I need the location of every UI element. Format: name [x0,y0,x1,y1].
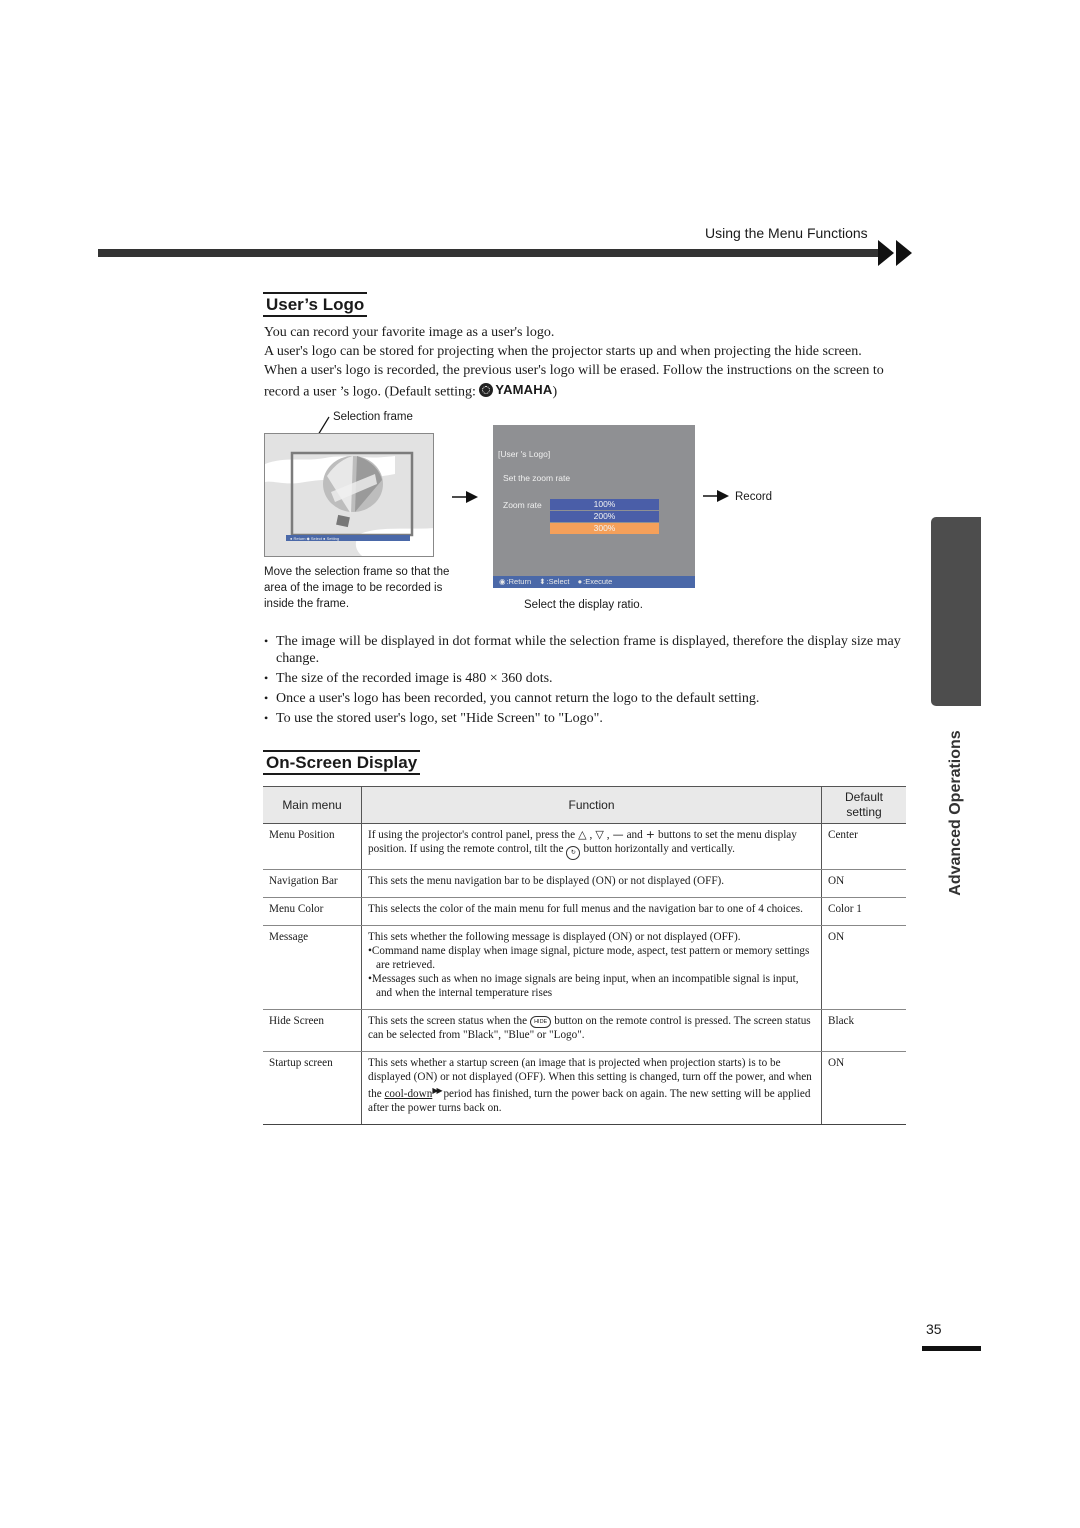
remote-joystick-button-icon: ↻ [566,846,581,860]
menu-name: Menu Color [263,897,362,926]
intro-paragraph: A user's logo can be stored for projecti… [264,344,862,359]
function-desc: If using the projector's control panel, … [361,823,822,870]
section-title-on-screen-display: On-Screen Display [263,750,421,775]
note-item: The image will be displayed in dot forma… [264,633,909,667]
header-function: Function [361,786,822,824]
function-desc: This sets the menu navigation bar to be … [361,869,822,898]
sub-item: •Messages such as when no image signals … [368,973,799,999]
text: Messages such as when no image signals a… [371,973,799,999]
osd-nav-bar: ◉:Return ⬍:Select ●:Execute [493,576,695,588]
balloon-image: ● Return ◆ Select ● Setting [265,451,433,556]
table-row: Startup screen This sets whether a start… [263,1051,906,1125]
default-value: Color 1 [821,897,906,926]
return-icon: ◉ [499,577,506,586]
down-triangle-icon: ▽ [595,828,604,841]
yamaha-logo-text: YAMAHA [495,382,553,397]
table-row: Navigation Bar This sets the menu naviga… [263,869,906,898]
osd-settings-table: Main menu Function Default setting Menu … [263,786,906,1125]
menu-name: Message [263,925,362,1010]
intro-paragraph: You can record your favorite image as a … [264,325,555,340]
function-desc: This sets whether a startup screen (an i… [361,1051,822,1125]
plus-icon: + [645,828,655,841]
hide-button-icon: HIDE [530,1016,552,1028]
up-triangle-icon: △ [578,828,587,841]
table-row: Hide Screen This sets the screen status … [263,1009,906,1052]
table-row: Message This sets whether the following … [263,925,906,1010]
step1-caption: Move the selection frame so that the are… [264,566,450,610]
note-item: Once a user's logo has been recorded, yo… [264,690,909,707]
selection-frame-screen: ● Return ◆ Select ● Setting [264,433,434,557]
function-desc: This selects the color of the main menu … [361,897,822,926]
selection-frame-label: Selection frame [333,411,413,423]
text: , [606,829,610,841]
default-value: ON [821,925,906,1010]
paragraph-close: ) [552,384,558,400]
text: If using the projector's control panel, … [368,829,576,841]
note-item: To use the stored user's logo, set "Hide… [264,710,909,727]
function-desc: This sets whether the following message … [361,925,822,1010]
zoom-option-100[interactable]: 100% [550,499,659,510]
table-row: Menu Color This selects the color of the… [263,897,906,926]
updown-icon: ⬍ [539,577,546,586]
text: Command name display when image signal, … [371,945,810,971]
table-header-row: Main menu Function Default setting [263,786,906,824]
header-rule [98,249,880,257]
glossary-arrow-icon: ▶▶ [432,1086,442,1095]
yamaha-tuning-fork-icon [479,382,494,397]
record-label: Record [735,491,773,503]
right-arrow-icon [452,491,478,503]
note-item: The size of the recorded image is 480 × … [264,670,909,687]
text: This sets whether the following message … [368,931,741,943]
nav-return: :Return [506,577,532,586]
chapter-label: Advanced Operations [931,718,981,908]
default-value: ON [821,1051,906,1125]
nav-select: :Select [546,577,570,586]
default-value: Black [821,1009,906,1052]
paragraph-text: When a user's logo is recorded, the prev… [264,363,884,400]
osd-title: [User 's Logo] [498,449,551,459]
text: This sets the screen status when the [368,1015,528,1027]
zoom-option-300-selected[interactable]: 300% [550,523,659,534]
right-arrow-icon [703,490,729,502]
menu-name: Startup screen [263,1051,362,1125]
double-right-arrow-icon [878,240,912,266]
default-value: ON [821,869,906,898]
running-head: Using the Menu Functions [705,225,868,241]
menu-name: Menu Position [263,823,362,870]
yamaha-logo: YAMAHA [479,380,552,399]
page-number: 35 [926,1321,942,1337]
sub-item: •Command name display when image signal,… [368,945,810,971]
zoom-option-200[interactable]: 200% [550,511,659,522]
svg-text:● Return ◆ Select ● Setting: ● Return ◆ Select ● Setting [290,536,339,541]
default-value: Center [821,823,906,870]
chapter-label-text: Advanced Operations [947,730,964,896]
header-main-menu: Main menu [263,786,362,824]
menu-name: Navigation Bar [263,869,362,898]
section-title-users-logo: User’s Logo [263,292,368,317]
table-row: Menu Position If using the projector's c… [263,823,906,870]
intro-paragraph: When a user's logo is recorded, the prev… [264,361,914,402]
text: , [589,829,593,841]
osd-zoom-label: Zoom rate [503,500,542,510]
osd-subtitle: Set the zoom rate [503,473,571,483]
chapter-tab [931,517,981,706]
text: and [626,829,643,841]
menu-name: Hide Screen [263,1009,362,1052]
step2-caption: Select the display ratio. [524,599,643,611]
function-desc: This sets the screen status when the HIDE… [361,1009,822,1052]
nav-execute: :Execute [583,577,613,586]
text: button horizontally and vertically. [583,843,735,855]
enter-icon: ● [577,577,583,586]
glossary-link-cool-down[interactable]: cool-down [384,1088,432,1100]
page-number-rule [922,1346,981,1351]
header-default-setting: Default setting [821,786,906,824]
minus-icon: — [612,828,624,841]
zoom-rate-osd-screen: [User 's Logo] Set the zoom rate Zoom ra… [493,425,695,588]
